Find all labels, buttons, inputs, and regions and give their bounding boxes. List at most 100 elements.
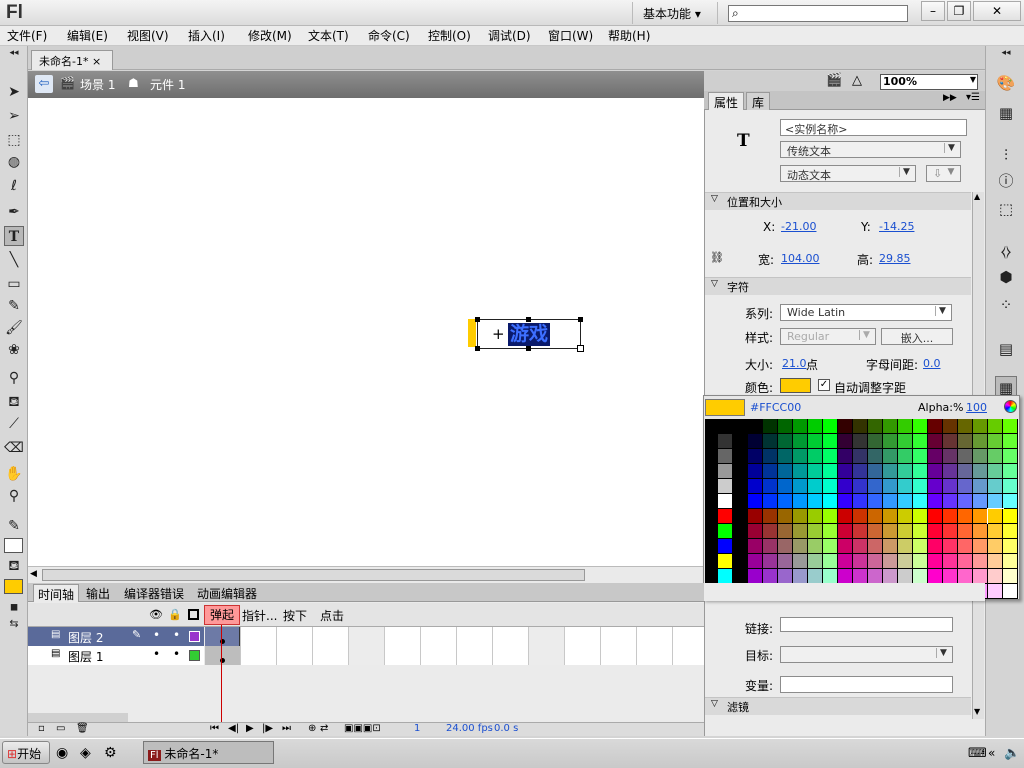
color-swatch[interactable]	[883, 539, 898, 554]
outline-icon[interactable]	[188, 609, 199, 620]
color-swatch[interactable]	[718, 419, 733, 434]
color-swatch-grid[interactable]	[718, 419, 1018, 599]
color-swatch[interactable]	[793, 434, 808, 449]
color-swatch[interactable]	[748, 569, 763, 584]
symbol-breadcrumb[interactable]: 元件 1	[150, 76, 185, 93]
lock-dot[interactable]: •	[173, 628, 180, 642]
color-swatch[interactable]	[913, 539, 928, 554]
color-swatch[interactable]	[913, 479, 928, 494]
frame-label-hit[interactable]: 点击	[320, 607, 344, 624]
color-swatch[interactable]	[733, 554, 748, 569]
restore-button[interactable]: ❐	[947, 1, 971, 21]
color-swatch[interactable]	[988, 464, 1003, 479]
color-swatch[interactable]	[973, 494, 988, 509]
subselection-tool-icon[interactable]: ➢	[4, 106, 24, 126]
color-swatch[interactable]	[1003, 584, 1018, 599]
color-swatch[interactable]	[973, 539, 988, 554]
menu-debug[interactable]: 调试(D)	[488, 27, 531, 44]
color-swatch[interactable]	[928, 569, 943, 584]
components-panel-icon[interactable]: ⬢	[995, 266, 1017, 288]
deco-tool-icon[interactable]: ❀	[4, 340, 24, 360]
color-swatch[interactable]	[928, 509, 943, 524]
color-swatch[interactable]	[838, 449, 853, 464]
color-swatch[interactable]	[883, 569, 898, 584]
expand-icon[interactable]: ◂◂	[995, 48, 1017, 58]
selection-tool-icon[interactable]: ➤	[4, 82, 24, 102]
color-swatch[interactable]	[913, 494, 928, 509]
color-swatch[interactable]	[838, 554, 853, 569]
color-swatch[interactable]	[763, 524, 778, 539]
color-swatch[interactable]	[958, 554, 973, 569]
color-swatch[interactable]	[823, 524, 838, 539]
color-swatch[interactable]	[913, 449, 928, 464]
color-swatch[interactable]	[853, 464, 868, 479]
zoom-tool-icon[interactable]: ⚲	[4, 486, 24, 506]
color-swatch[interactable]	[868, 569, 883, 584]
color-swatch[interactable]	[733, 539, 748, 554]
color-swatch[interactable]	[988, 584, 1003, 599]
show-tray-icon[interactable]: «	[988, 746, 995, 760]
color-swatch[interactable]	[808, 509, 823, 524]
color-swatch[interactable]	[883, 434, 898, 449]
color-swatch[interactable]	[973, 479, 988, 494]
color-swatch[interactable]	[838, 539, 853, 554]
menu-modify[interactable]: 修改(M)	[248, 27, 292, 44]
color-swatch[interactable]	[913, 554, 928, 569]
color-swatch[interactable]	[898, 434, 913, 449]
color-swatch[interactable]	[823, 554, 838, 569]
color-swatch[interactable]	[928, 449, 943, 464]
color-swatch[interactable]	[988, 479, 1003, 494]
onion-skin-icon[interactable]: ▣▣▣⊡	[344, 723, 381, 734]
width-value[interactable]: 104.00	[781, 252, 820, 265]
color-swatch[interactable]	[928, 524, 943, 539]
text-tool-icon[interactable]: T	[4, 226, 24, 246]
color-swatch[interactable]	[763, 494, 778, 509]
color-swatch[interactable]	[943, 449, 958, 464]
start-button[interactable]: ⊞开始	[2, 741, 50, 764]
color-swatch[interactable]	[748, 419, 763, 434]
scene-breadcrumb[interactable]: 场景 1	[80, 76, 115, 93]
color-swatch[interactable]	[987, 508, 1004, 525]
panel-menu-icon[interactable]: ▾☰	[966, 92, 980, 103]
stroke-color-swatch[interactable]	[4, 538, 23, 553]
color-swatch[interactable]	[733, 494, 748, 509]
color-swatch[interactable]	[973, 524, 988, 539]
menu-control[interactable]: 控制(O)	[428, 27, 471, 44]
color-swatch[interactable]	[988, 569, 1003, 584]
handle-top-left[interactable]	[475, 317, 480, 322]
swap-colors-icon[interactable]: ⇆	[4, 614, 24, 634]
color-swatch[interactable]	[733, 524, 748, 539]
color-swatch[interactable]	[763, 569, 778, 584]
color-swatch[interactable]	[868, 419, 883, 434]
line-tool-icon[interactable]: ╲	[4, 250, 24, 270]
edit-scene-icon[interactable]: 🎬	[826, 73, 842, 88]
embed-button[interactable]: 嵌入...	[881, 328, 953, 345]
close-tab-icon[interactable]: ×	[92, 55, 101, 68]
color-swatch[interactable]	[868, 434, 883, 449]
frame-label-down[interactable]: 按下	[283, 607, 307, 624]
color-swatch[interactable]	[718, 434, 733, 449]
color-swatch[interactable]	[898, 419, 913, 434]
color-swatch[interactable]	[763, 419, 778, 434]
color-swatch[interactable]	[943, 434, 958, 449]
tab-timeline[interactable]: 时间轴	[33, 584, 80, 602]
color-swatch[interactable]	[988, 524, 1003, 539]
motion-presets-icon[interactable]: ⁘	[995, 294, 1017, 316]
keyboard-icon[interactable]: ⌨	[968, 746, 987, 761]
layer-color-swatch[interactable]	[189, 631, 200, 642]
color-swatch[interactable]	[808, 434, 823, 449]
hex-value[interactable]: #FFCC00	[750, 401, 801, 414]
color-swatch[interactable]	[1003, 554, 1018, 569]
layer-name[interactable]: 图层 2	[68, 629, 103, 646]
color-swatch[interactable]	[958, 524, 973, 539]
font-style-select[interactable]: Regular ▼	[780, 328, 876, 345]
eyedropper-tool-icon[interactable]: ⟋	[4, 414, 24, 434]
color-swatch[interactable]	[748, 434, 763, 449]
color-swatch[interactable]	[853, 569, 868, 584]
play-icon[interactable]: ▶	[246, 723, 254, 734]
text-field-bounding-box[interactable]: + 游戏	[477, 319, 581, 349]
instance-name-field[interactable]: <实例名称>	[780, 119, 967, 136]
color-swatch[interactable]	[1003, 479, 1018, 494]
frame-grid[interactable]	[205, 627, 704, 665]
color-swatch[interactable]	[883, 419, 898, 434]
